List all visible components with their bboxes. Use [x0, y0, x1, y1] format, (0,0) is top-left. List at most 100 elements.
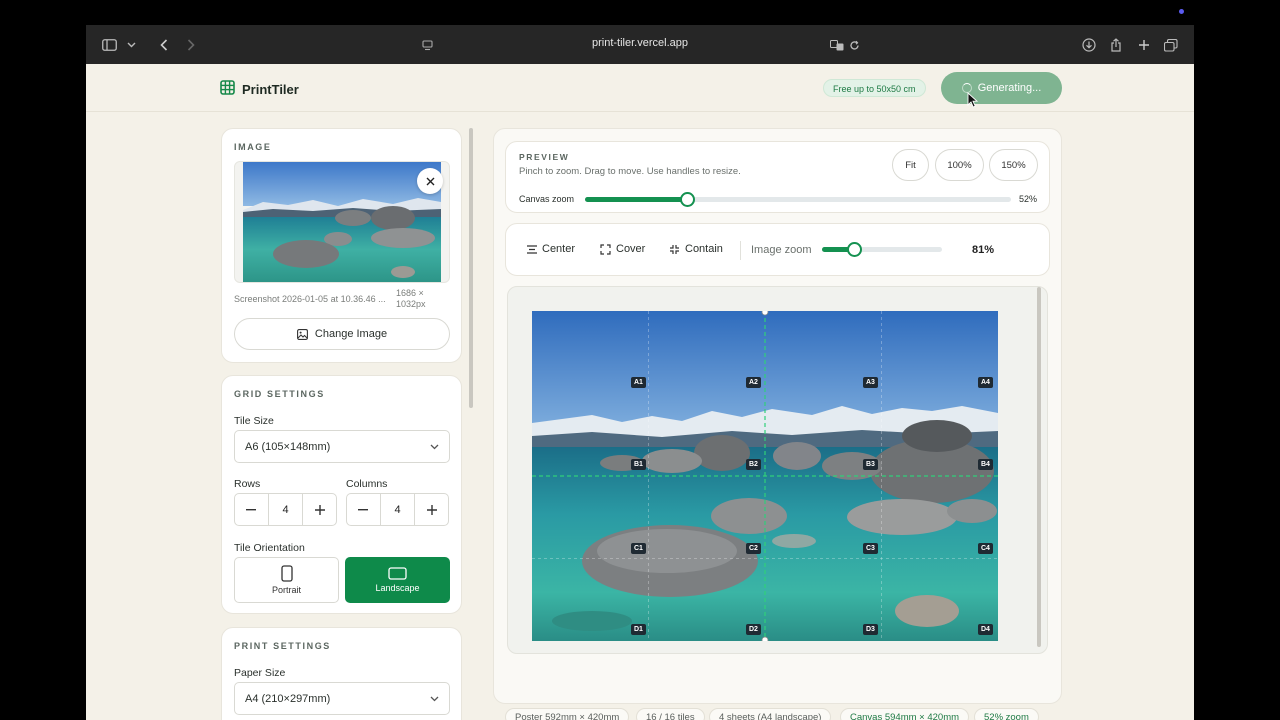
zoom-100-button[interactable]: 100%	[935, 149, 984, 181]
tile-size-label: Tile Size	[234, 415, 274, 427]
minus-icon	[358, 508, 369, 510]
canvas-size-chip: Canvas 594mm × 420mm	[840, 708, 970, 720]
canvas-zoom-fill	[585, 197, 687, 202]
sidebar-toggle-icon[interactable]	[100, 36, 118, 54]
close-icon	[426, 177, 434, 185]
generate-button[interactable]: Generating...	[941, 72, 1062, 104]
new-tab-icon[interactable]	[1135, 36, 1153, 54]
zoom-chip: 52% zoom	[974, 708, 1039, 720]
tile-label: A3	[863, 377, 878, 388]
image-filename: Screenshot 2026-01-05 at 10.36.46 ...	[234, 294, 386, 304]
image-card: IMAGE Screenshot 2026-01-05 at 10.36.46 …	[221, 128, 462, 363]
grid-settings-title: GRID SETTINGS	[234, 389, 325, 399]
mouse-cursor-icon	[967, 92, 979, 108]
tile-label: D4	[978, 624, 993, 635]
preview-hint: Pinch to zoom. Drag to move. Use handles…	[519, 166, 741, 177]
share-icon[interactable]	[1107, 36, 1125, 54]
image-zoom-value: 81%	[972, 244, 995, 256]
contain-label: Contain	[685, 243, 723, 255]
image-zoom-handle[interactable]	[847, 242, 862, 257]
app-title: PrintTiler	[242, 81, 299, 97]
image-zoom-label: Image zoom	[751, 244, 812, 256]
tile-label: C3	[863, 543, 878, 554]
tile-label: A4	[978, 377, 993, 388]
grid-logo-icon	[220, 80, 235, 98]
image-zoom-slider[interactable]	[822, 242, 942, 257]
image-section-title: IMAGE	[234, 142, 272, 152]
change-image-button[interactable]: Change Image	[234, 318, 450, 350]
landscape-icon	[388, 567, 407, 580]
app-header: PrintTiler Free up to 50x50 cm Generatin…	[86, 64, 1194, 112]
paper-size-label: Paper Size	[234, 667, 286, 679]
tile-size-select[interactable]: A6 (105×148mm)	[234, 430, 450, 463]
portrait-option[interactable]: Portrait	[234, 557, 339, 603]
zoom-150-button[interactable]: 150%	[989, 149, 1038, 181]
canvas-zoom-handle[interactable]	[680, 192, 695, 207]
brand[interactable]: PrintTiler	[220, 80, 299, 98]
shrink-icon	[670, 244, 679, 254]
print-settings-title: PRINT SETTINGS	[234, 641, 331, 651]
poster-size-chip: Poster 592mm × 420mm	[505, 708, 630, 720]
portrait-icon	[280, 565, 293, 582]
image-dimensions-line2: 1032px	[396, 299, 426, 309]
canvas-zoom-value: 52%	[1018, 194, 1037, 204]
back-icon[interactable]	[155, 36, 173, 54]
tile-label: B1	[631, 459, 646, 470]
tile-label: C2	[746, 543, 761, 554]
cover-label: Cover	[616, 243, 646, 255]
sidebar-scrollbar[interactable]	[469, 128, 473, 408]
sheets-chip: 4 sheets (A4 landscape)	[709, 708, 832, 720]
download-icon[interactable]	[1080, 36, 1098, 54]
columns-decrement-button[interactable]	[347, 493, 380, 526]
remove-image-button[interactable]	[417, 168, 443, 194]
chevron-down-icon	[430, 444, 439, 449]
image-dimensions-line1: 1686 ×	[396, 288, 424, 298]
print-settings-card: PRINT SETTINGS Paper Size A4 (210×297mm)	[221, 627, 462, 720]
rows-increment-button[interactable]	[303, 493, 336, 526]
cover-button[interactable]: Cover	[600, 243, 645, 255]
tile-label: C1	[631, 543, 646, 554]
preview-title: PREVIEW	[519, 152, 570, 162]
page-menu-icon[interactable]	[418, 36, 436, 54]
tile-label: A1	[631, 377, 646, 388]
tile-label: B2	[746, 459, 761, 470]
chevron-down-icon[interactable]	[122, 36, 140, 54]
landscape-option[interactable]: Landscape	[345, 557, 450, 603]
app: PrintTiler Free up to 50x50 cm Generatin…	[86, 64, 1194, 720]
preview-canvas[interactable]: A1 A2 A3 A4 B1 B2 B3 B4 C1 C2 C3 C4 D1 D…	[507, 286, 1048, 654]
resize-handle-bottom[interactable]	[761, 636, 769, 641]
forward-icon[interactable]	[182, 36, 200, 54]
align-center-icon	[527, 244, 537, 254]
reload-icon[interactable]	[845, 36, 863, 54]
columns-value[interactable]: 4	[379, 493, 416, 526]
canvas-image[interactable]	[532, 311, 998, 641]
translate-icon[interactable]	[828, 36, 846, 54]
image-icon	[296, 328, 308, 340]
canvas-zoom-slider[interactable]	[585, 192, 1011, 207]
tile-label: D2	[746, 624, 761, 635]
resize-handle-top[interactable]	[761, 311, 769, 316]
toolbar-divider	[740, 241, 741, 260]
address-bar[interactable]: print-tiler.vercel.app	[556, 37, 724, 49]
paper-size-value: A4 (210×297mm)	[245, 692, 331, 705]
preview-header-card: PREVIEW Pinch to zoom. Drag to move. Use…	[505, 141, 1050, 213]
landscape-label: Landscape	[375, 583, 420, 593]
tile-label: B4	[978, 459, 993, 470]
fit-button[interactable]: Fit	[892, 149, 929, 181]
expand-icon	[600, 243, 611, 255]
tile-label: A2	[746, 377, 761, 388]
tile-label: B3	[863, 459, 878, 470]
generate-button-label: Generating...	[977, 82, 1042, 94]
image-thumbnail-frame	[234, 161, 450, 283]
image-tools-card: Center Cover Contain Image zoom 81%	[505, 223, 1050, 276]
center-button[interactable]: Center	[527, 243, 575, 255]
recording-indicator-icon	[1179, 9, 1184, 14]
canvas-scrollbar[interactable]	[1037, 287, 1041, 647]
contain-button[interactable]: Contain	[669, 243, 723, 255]
free-limit-badge: Free up to 50x50 cm	[823, 79, 926, 97]
columns-increment-button[interactable]	[415, 493, 448, 526]
paper-size-select[interactable]: A4 (210×297mm)	[234, 682, 450, 715]
tabs-overview-icon[interactable]	[1162, 36, 1180, 54]
rows-decrement-button[interactable]	[235, 493, 268, 526]
rows-value[interactable]: 4	[267, 493, 304, 526]
